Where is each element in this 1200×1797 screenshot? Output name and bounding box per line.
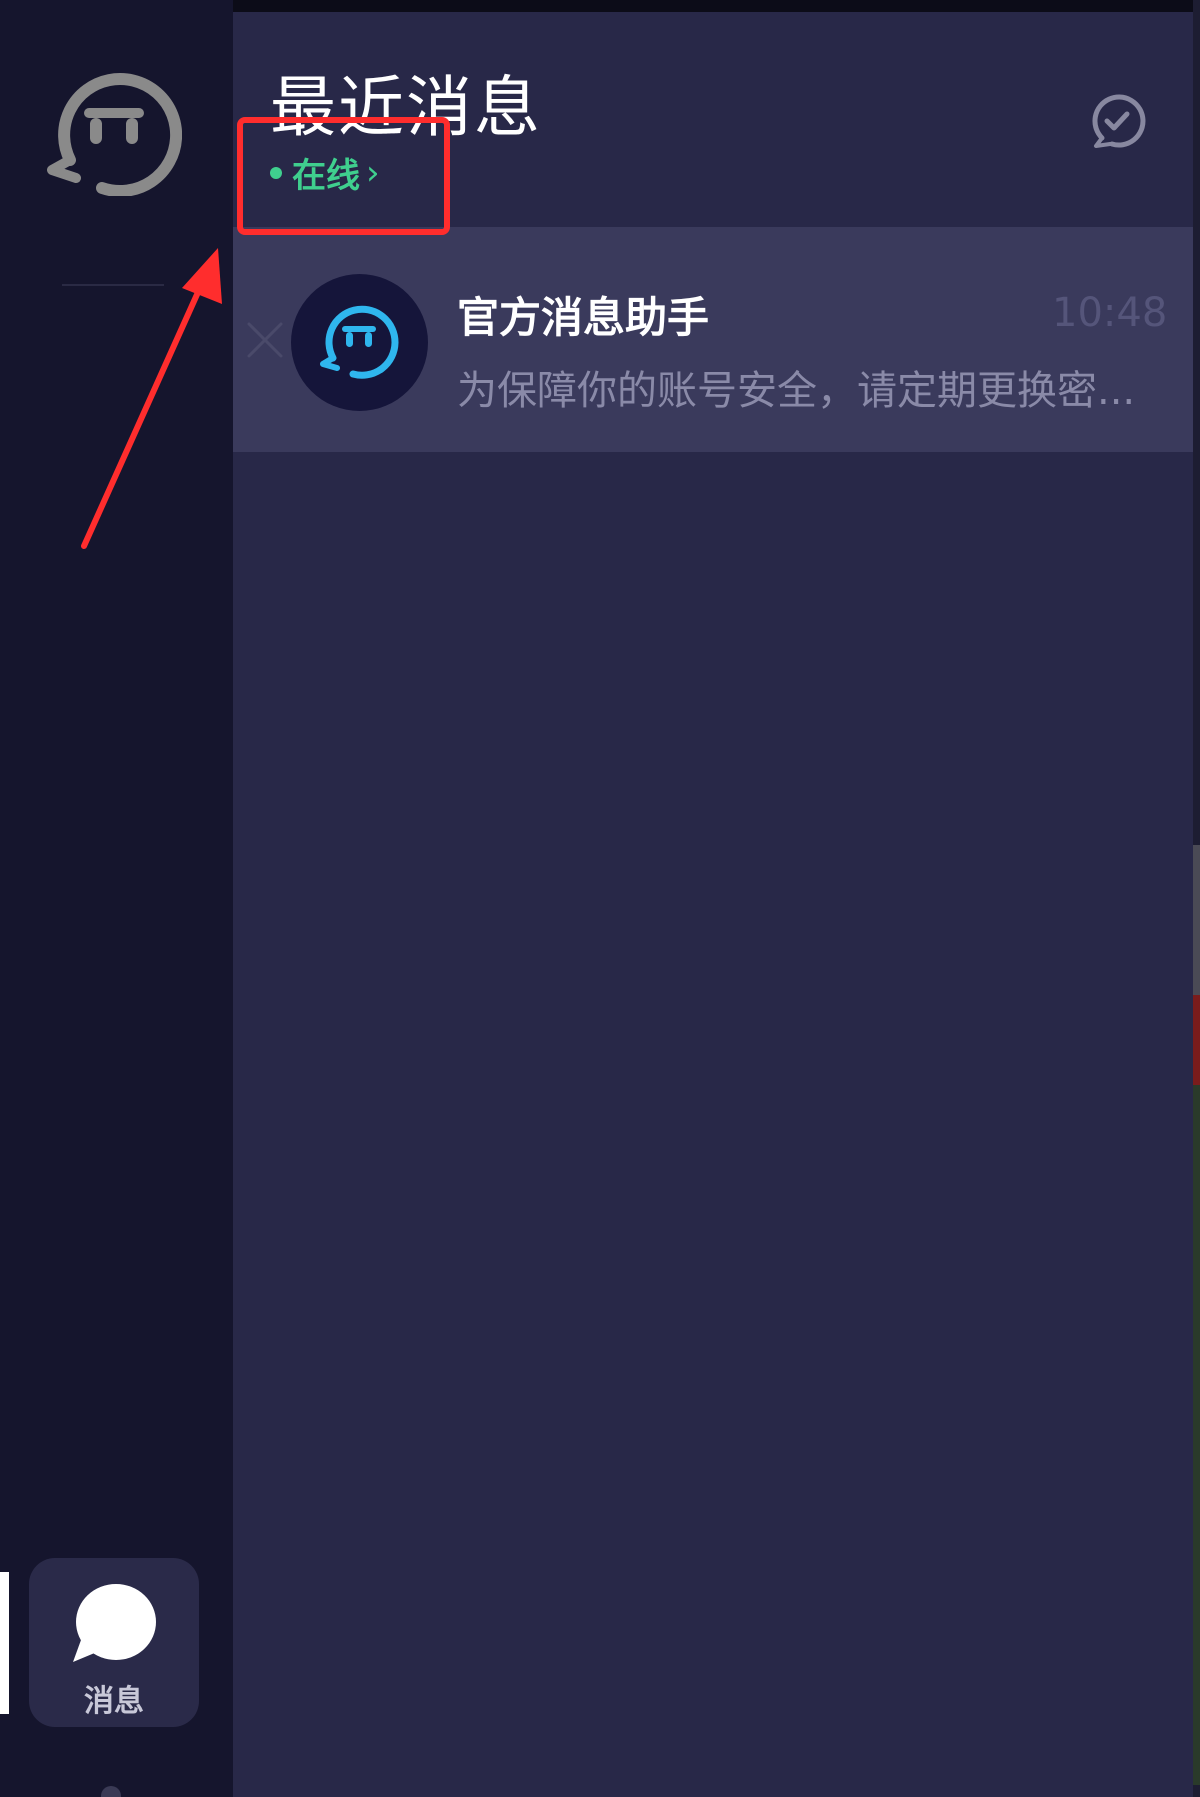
edge-segment [1193,1085,1200,1785]
robot-face-chat-icon [320,305,399,379]
robot-face-chat-icon[interactable] [46,68,183,198]
active-indicator [0,1572,9,1714]
edge-segment [1193,845,1200,995]
chat-bubble-icon [71,1582,157,1666]
conversation-name: 官方消息助手 [457,293,710,342]
annotation-arrow-icon [70,240,230,560]
app-window: 消息 最近消息 在线 › 官方消息助手 10:48 为保障你的账号安全，请定期更… [0,0,1200,1797]
conversation-time: 10:48 [1052,290,1168,336]
close-icon[interactable] [245,320,285,360]
window-right-edge [1193,0,1200,1797]
edge-segment [1193,995,1200,1085]
sidebar-more-item[interactable] [101,1786,121,1797]
conversation-preview: 为保障你的账号安全，请定期更换密... [457,368,1136,414]
sidebar-item-messages[interactable]: 消息 [29,1558,199,1727]
avatar [291,274,428,411]
check-bubble-icon[interactable] [1088,92,1146,150]
sidebar-item-label: 消息 [84,1684,144,1719]
annotation-highlight-box [237,117,450,235]
